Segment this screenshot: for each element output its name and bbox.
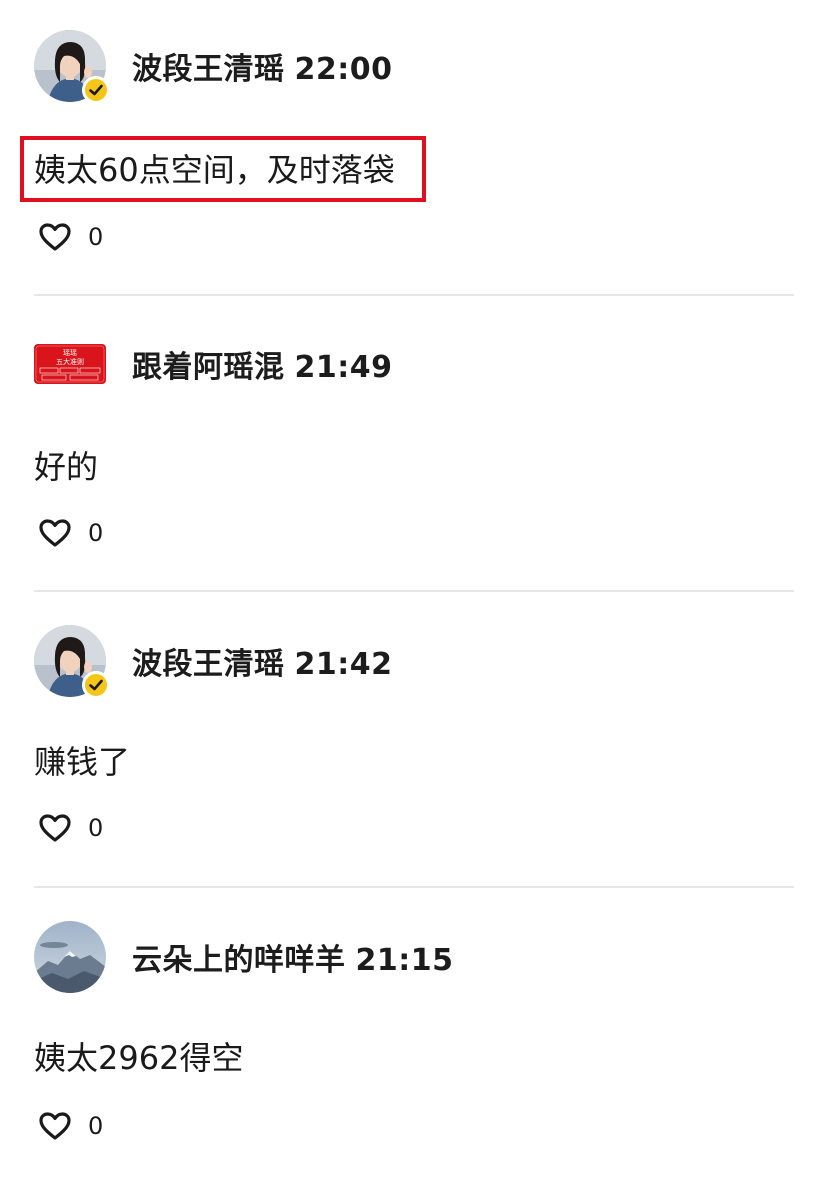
comment-meta: 波段王清瑶 21:42: [132, 639, 393, 683]
comment-header: 波段王清瑶 21:42: [34, 625, 393, 699]
timestamp: 21:49: [294, 350, 393, 385]
comment-feed: 波段王清瑶 22:00 姨太60点空间，及时落袋 0 瑶瑶 五大准则 跟着阿瑶混…: [0, 0, 828, 1180]
mountain-landscape-avatar: [34, 921, 106, 993]
red-banner-avatar: 瑶瑶 五大准则: [34, 344, 106, 384]
comment-meta: 跟着阿瑶混 21:49: [132, 342, 393, 386]
timestamp: 22:00: [294, 52, 393, 87]
like-count: 0: [88, 223, 104, 251]
comment-meta: 波段王清瑶 22:00: [132, 44, 393, 88]
comment-text: 赚钱了: [34, 743, 131, 781]
heart-outline-icon: [39, 519, 71, 547]
username[interactable]: 波段王清瑶: [132, 647, 285, 682]
username[interactable]: 云朵上的咩咩羊: [132, 943, 346, 978]
like-count: 0: [88, 519, 104, 547]
like-count: 0: [88, 1112, 104, 1140]
comment-text: 好的: [34, 448, 99, 486]
comment-text: 姨太60点空间，及时落袋: [34, 151, 395, 189]
timestamp: 21:42: [294, 647, 393, 682]
heart-outline-icon: [39, 814, 71, 842]
avatar[interactable]: [34, 921, 106, 993]
avatar[interactable]: [34, 30, 110, 104]
like-button[interactable]: 0: [38, 1109, 103, 1143]
divider: [34, 590, 794, 592]
comment-meta: 云朵上的咩咩羊 21:15: [132, 935, 454, 979]
avatar-text-line2: 五大准则: [56, 357, 84, 366]
comment-header: 波段王清瑶 22:00: [34, 30, 393, 104]
comment-text: 姨太2962得空: [34, 1039, 244, 1077]
heart-outline-icon: [39, 223, 71, 251]
like-button[interactable]: 0: [38, 516, 103, 550]
avatar[interactable]: [34, 625, 110, 699]
like-button[interactable]: 0: [38, 811, 103, 845]
verified-check-icon: [82, 76, 110, 104]
divider: [34, 294, 794, 296]
divider: [34, 886, 794, 888]
avatar[interactable]: 瑶瑶 五大准则: [34, 328, 106, 400]
username[interactable]: 跟着阿瑶混: [132, 350, 285, 385]
verified-check-icon: [82, 671, 110, 699]
username[interactable]: 波段王清瑶: [132, 52, 285, 87]
comment-header: 瑶瑶 五大准则 跟着阿瑶混 21:49: [34, 328, 393, 400]
heart-outline-icon: [39, 1112, 71, 1140]
like-count: 0: [88, 814, 104, 842]
timestamp: 21:15: [355, 943, 454, 978]
avatar-text-line1: 瑶瑶: [63, 348, 77, 357]
like-button[interactable]: 0: [38, 220, 103, 254]
comment-header: 云朵上的咩咩羊 21:15: [34, 921, 454, 993]
